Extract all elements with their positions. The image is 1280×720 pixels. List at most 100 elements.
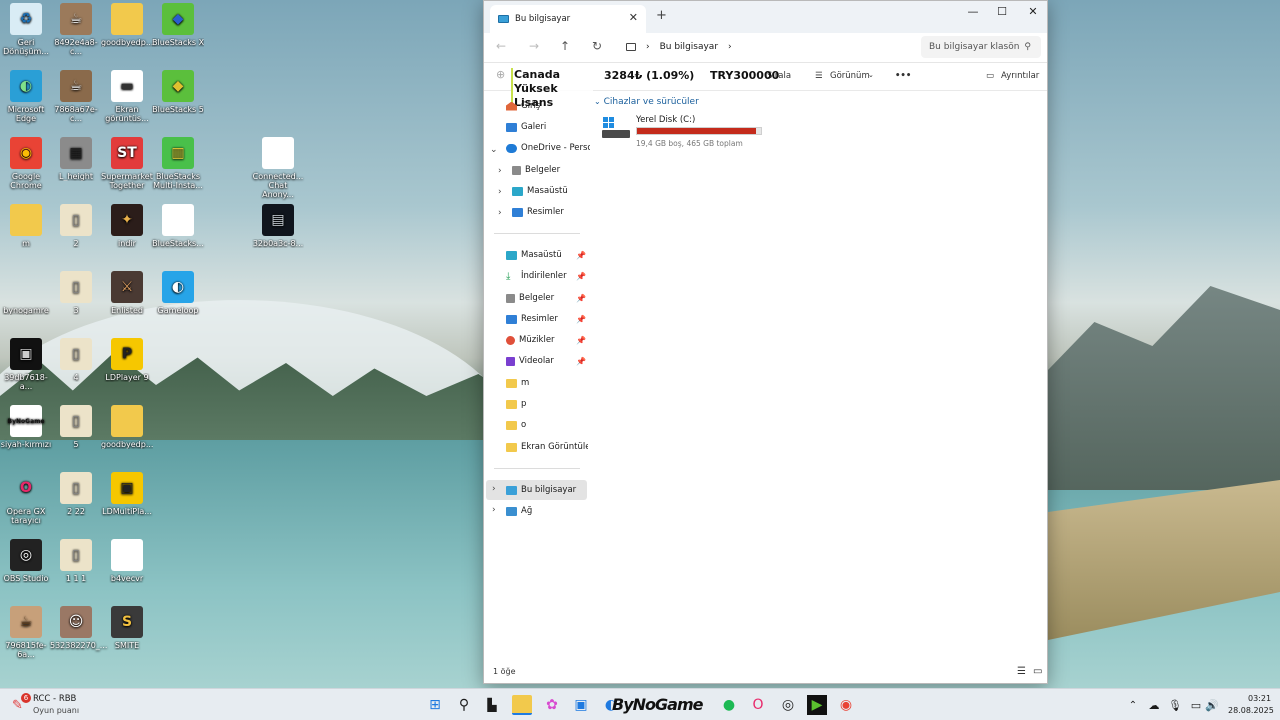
nav-item-gallery[interactable]: Galeri xyxy=(506,117,586,137)
volume-icon[interactable]: 🔊 xyxy=(1202,695,1222,715)
chevron-right-icon[interactable]: › xyxy=(498,208,502,218)
spotify-icon[interactable]: ● xyxy=(719,695,739,715)
desktop-icon-item[interactable]: ◆ BlueStacks X xyxy=(152,3,204,69)
chevron-up-icon[interactable]: ⌃ xyxy=(1123,695,1143,715)
chevron-right-icon[interactable]: › xyxy=(498,166,502,176)
desktop-icon-item[interactable]: ▬ Ekran görüntüs... xyxy=(101,70,153,136)
desktop-icon-item[interactable]: ◐ Microsoft Edge xyxy=(0,70,52,136)
desktop-icon-item[interactable]: Connected... Chat Anony... xyxy=(252,137,304,203)
folder-p[interactable]: p xyxy=(506,394,586,414)
refresh-icon[interactable]: ↻ xyxy=(587,39,607,53)
desktop-icon-item[interactable]: BlueStacks... xyxy=(152,204,204,270)
desktop-icon-item[interactable]: ▤ 32b0a3c-8... xyxy=(252,204,304,270)
file-explorer-icon[interactable] xyxy=(512,695,532,715)
app-icon[interactable]: ▶ xyxy=(807,695,827,715)
desktop-icon-item[interactable]: P LDPlayer 9 xyxy=(101,338,153,404)
desktop-icon-item[interactable]: goodbyedp... xyxy=(101,405,153,471)
quick-access-music[interactable]: Müzikler 📌 xyxy=(506,330,586,350)
desktop-icon-item[interactable]: ◐ Gameloop xyxy=(152,271,204,337)
forward-arrow-icon[interactable]: → xyxy=(524,39,544,53)
desktop-icon-item[interactable]: goodbyedp... xyxy=(101,3,153,69)
desktop-icon-item[interactable]: ☕ 8492e4a8-c... xyxy=(50,3,102,69)
back-arrow-icon[interactable]: ← xyxy=(491,39,511,53)
nav-item-od-desktop[interactable]: Masaüstü xyxy=(512,181,588,201)
nav-item-network[interactable]: › Ağ xyxy=(486,501,586,521)
desktop-icon-item[interactable]: ⚔ Enlisted xyxy=(101,271,153,337)
clock-time[interactable]: 03:21 xyxy=(1248,694,1271,703)
desktop-icon-item[interactable]: ByNoGame siyah-kırmızı xyxy=(0,405,52,471)
quick-access-documents[interactable]: Belgeler 📌 xyxy=(506,288,586,308)
tab-this-pc[interactable]: Bu bilgisayar ✕ xyxy=(490,5,646,33)
minimize-button[interactable]: — xyxy=(958,5,988,18)
store-icon[interactable]: ▣ xyxy=(571,695,591,715)
desktop-icon-item[interactable]: ▯ 3 xyxy=(50,271,102,337)
details-view-icon[interactable]: ☰ xyxy=(1017,666,1026,677)
quick-access-videos[interactable]: Videolar 📌 xyxy=(506,351,586,371)
opera-gx-icon[interactable]: O xyxy=(748,695,768,715)
chevron-right-icon[interactable]: › xyxy=(498,187,502,197)
nav-item-onedrive[interactable]: OneDrive - Persona xyxy=(506,138,590,158)
chevron-right-icon[interactable]: › xyxy=(492,505,496,515)
maximize-button[interactable]: ☐ xyxy=(987,5,1017,18)
desktop-icon-item[interactable]: ◉ Google Chrome xyxy=(0,137,52,203)
desktop-icon-item[interactable]: ▥ BlueStacks Multi-Insta... xyxy=(152,137,204,203)
folder-m[interactable]: m xyxy=(506,373,586,393)
folder-screenshots[interactable]: Ekran Görüntüleri xyxy=(506,437,588,457)
task-view-icon[interactable]: ▙ xyxy=(482,695,502,715)
nav-item-od-documents[interactable]: Belgeler xyxy=(512,160,588,180)
desktop-icon-item[interactable]: ▦ L_height xyxy=(50,137,102,203)
microphone-icon[interactable]: 🎙 xyxy=(1165,695,1185,715)
desktop-icon-item[interactable]: ▯ 2 22 xyxy=(50,472,102,538)
search-icon[interactable]: ⚲ xyxy=(454,695,474,715)
desktop-icon-item[interactable]: ▯ 4 xyxy=(50,338,102,404)
chevron-right-icon[interactable]: › xyxy=(492,484,496,494)
view-button[interactable]: Görünüm xyxy=(830,71,870,81)
windows-start-icon[interactable]: ⊞ xyxy=(425,695,445,715)
desktop-icon-item[interactable]: O Opera GX tarayıcı xyxy=(0,472,52,538)
tiles-view-icon[interactable]: ▭ xyxy=(1033,666,1042,677)
desktop-icon-item[interactable]: S SMITE xyxy=(101,606,153,672)
details-button[interactable]: Ayrıntılar xyxy=(1001,71,1039,81)
quick-access-pictures[interactable]: Resimler 📌 xyxy=(506,309,586,329)
details-pane-icon[interactable]: ▭ xyxy=(986,71,994,81)
desktop-icon-item[interactable]: ♻ Geri Dönüşüm... xyxy=(0,3,52,69)
chevron-down-icon[interactable]: ⌄ xyxy=(490,145,498,155)
folder-o[interactable]: o xyxy=(506,415,586,435)
game-notification[interactable]: ✎ 6 xyxy=(10,693,32,715)
new-tab-button[interactable]: + xyxy=(656,8,667,23)
desktop-icon-item[interactable]: b4vecvr xyxy=(101,539,153,605)
desktop-icon-item[interactable]: ◎ OBS Studio xyxy=(0,539,52,605)
more-options-button[interactable]: ••• xyxy=(895,71,911,81)
desktop-icon-item[interactable]: ▣ 39db7618-a... xyxy=(0,338,52,404)
desktop-icon-item[interactable]: ☕ 796815fe-6a... xyxy=(0,606,52,672)
breadcrumb-this-pc[interactable]: Bu bilgisayar xyxy=(660,42,718,52)
close-window-button[interactable]: ✕ xyxy=(1018,5,1048,18)
close-tab-icon[interactable]: ✕ xyxy=(629,11,638,24)
up-arrow-icon[interactable]: ↑ xyxy=(555,39,575,53)
nav-item-od-pictures[interactable]: Resimler xyxy=(512,202,588,222)
desktop-icon-item[interactable]: ST Supermarket Together xyxy=(101,137,153,203)
desktop-icon-item[interactable]: ▯ 5 xyxy=(50,405,102,471)
chrome-icon[interactable]: ◉ xyxy=(836,695,856,715)
quick-access-downloads[interactable]: ⤓ İndirilenler 📌 xyxy=(506,266,586,286)
drive-item-c[interactable]: Yerel Disk (C:) 19,4 GB boş, 465 GB topl… xyxy=(602,115,767,149)
desktop-icon-item[interactable]: ☺ 532382270_... xyxy=(50,606,107,672)
cloud-icon[interactable]: ☁ xyxy=(1144,695,1164,715)
view-icon[interactable]: ☰ xyxy=(815,71,823,81)
desktop-icon-item[interactable]: m xyxy=(0,204,52,270)
chevron-down-icon[interactable]: ⌄ xyxy=(868,71,874,79)
desktop-icon-item[interactable]: ▯ 2 xyxy=(50,204,102,270)
desktop-icon-item[interactable]: bynogamre xyxy=(0,271,52,337)
desktop-icon-item[interactable]: ☕ 7868a67e-c... xyxy=(50,70,102,136)
add-icon[interactable]: ⊕ xyxy=(496,68,505,81)
section-header[interactable]: ⌄ Cihazlar ve sürücüler xyxy=(594,97,699,107)
chevron-right-icon[interactable]: › xyxy=(728,42,732,52)
copilot-icon[interactable]: ✿ xyxy=(542,695,562,715)
desktop-icon-item[interactable]: ✦ indir xyxy=(101,204,153,270)
desktop-icon-item[interactable]: ▣ LDMultiPla... xyxy=(101,472,153,538)
desktop-icon-item[interactable]: ▯ 1 1 1 xyxy=(50,539,102,605)
address-bar[interactable]: › Bu bilgisayar › xyxy=(620,36,912,58)
nav-item-this-pc[interactable]: › Bu bilgisayar xyxy=(486,480,587,500)
clock-date[interactable]: 28.08.2025 xyxy=(1228,706,1274,715)
desktop-icon-item[interactable]: ◆ BlueStacks 5 xyxy=(152,70,204,136)
